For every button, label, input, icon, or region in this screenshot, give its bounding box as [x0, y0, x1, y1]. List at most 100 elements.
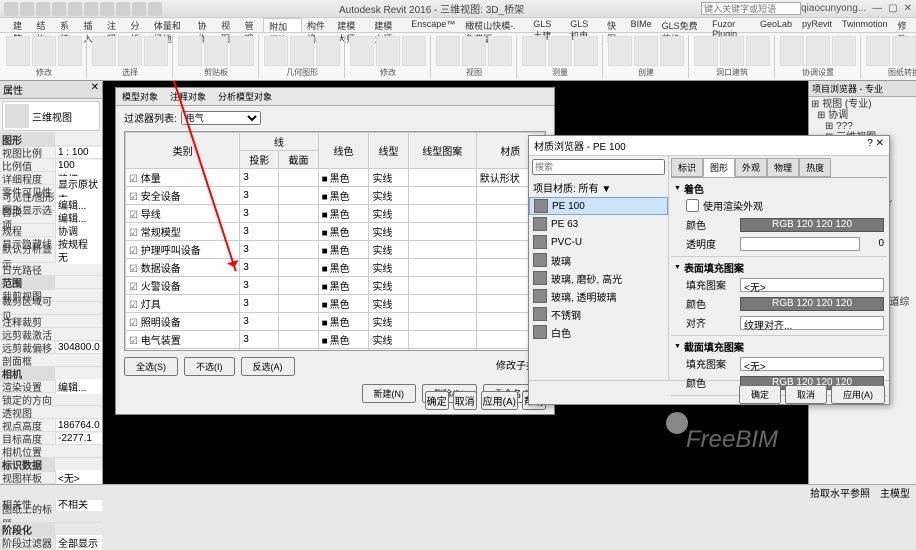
- ribbon-tool-icon[interactable]: [230, 36, 254, 66]
- ribbon-tool-icon[interactable]: [436, 36, 460, 66]
- category-row[interactable]: 体量3黑色实线默认形状: [126, 169, 545, 187]
- surface-pattern-header[interactable]: 表面填充图案: [674, 260, 884, 275]
- ribbon-tool-icon[interactable]: [290, 36, 314, 66]
- category-row[interactable]: 安全设备3黑色实线: [126, 187, 545, 205]
- menu-tab[interactable]: 结构: [31, 18, 54, 32]
- surface-pattern-select[interactable]: <无>: [740, 278, 884, 292]
- material-search-input[interactable]: [532, 159, 665, 175]
- transparency-slider[interactable]: [740, 237, 860, 251]
- category-row[interactable]: 电气装置3黑色实线: [126, 331, 545, 349]
- quick-access-toolbar[interactable]: [4, 2, 162, 16]
- menu-tab[interactable]: 系统: [55, 18, 78, 32]
- material-ok-button[interactable]: 确定: [739, 385, 781, 404]
- category-row[interactable]: 照明设备3黑色实线: [126, 313, 545, 331]
- material-item[interactable]: 玻璃: [529, 251, 668, 269]
- menu-tab[interactable]: 协作: [193, 18, 216, 32]
- close-icon[interactable]: ✕: [876, 138, 884, 149]
- close-button[interactable]: ✕: [904, 3, 912, 14]
- ribbon-tool-icon[interactable]: [118, 36, 142, 66]
- category-row[interactable]: 护理呼叫设备3黑色实线: [126, 241, 545, 259]
- ribbon-tool-icon[interactable]: [178, 36, 202, 66]
- ribbon-tool-icon[interactable]: [720, 36, 744, 66]
- ribbon-tool-icon[interactable]: [548, 36, 572, 66]
- status-model[interactable]: 主模型: [880, 485, 910, 500]
- ok-button[interactable]: 确定: [425, 391, 449, 410]
- category-row[interactable]: 数据设备3黑色实线: [126, 259, 545, 277]
- material-item[interactable]: 不锈钢: [529, 305, 668, 323]
- material-item[interactable]: PE 63: [529, 215, 668, 233]
- menu-tab[interactable]: 管理: [240, 18, 263, 32]
- material-apply-button[interactable]: 应用(A): [831, 385, 885, 404]
- shading-section-header[interactable]: ▼ 着色着色: [674, 181, 884, 196]
- select-none-button[interactable]: 不选(I): [184, 357, 235, 376]
- material-item[interactable]: 玻璃, 磨砂, 高光: [529, 269, 668, 287]
- menu-tab[interactable]: Enscape™: [406, 18, 460, 32]
- ribbon-tool-icon[interactable]: [574, 36, 598, 66]
- menu-tab[interactable]: 建模大师: [369, 18, 406, 32]
- material-item[interactable]: 白色: [529, 323, 668, 341]
- ribbon-tool-icon[interactable]: [204, 36, 228, 66]
- minimize-button[interactable]: —: [872, 3, 882, 14]
- type-selector[interactable]: 三维视图: [2, 101, 100, 131]
- menu-tab[interactable]: 建模大师: [332, 18, 369, 32]
- ribbon-tool-icon[interactable]: [58, 36, 82, 66]
- material-tab[interactable]: 热度: [799, 158, 831, 177]
- ribbon-tool-icon[interactable]: [522, 36, 546, 66]
- ribbon-tool-icon[interactable]: [634, 36, 658, 66]
- surface-color-button[interactable]: RGB 120 120 120: [740, 297, 884, 311]
- menu-tab[interactable]: GLS免费装机: [657, 18, 707, 32]
- help-search-input[interactable]: [701, 2, 801, 15]
- ribbon-tool-icon[interactable]: [780, 36, 804, 66]
- menu-tab[interactable]: 注释: [102, 18, 125, 32]
- property-row[interactable]: 阶段过滤器全部显示: [0, 536, 102, 549]
- ribbon-tool-icon[interactable]: [376, 36, 400, 66]
- ribbon-tool-icon[interactable]: [832, 36, 856, 66]
- ribbon-tool-icon[interactable]: [660, 36, 684, 66]
- apply-button[interactable]: 应用(A): [481, 391, 518, 410]
- menu-tab[interactable]: GeoLab: [755, 18, 797, 32]
- material-tab[interactable]: 图形: [703, 158, 735, 177]
- ribbon-tool-icon[interactable]: [608, 36, 632, 66]
- category-row[interactable]: 灯具3黑色实线: [126, 295, 545, 313]
- menu-tab[interactable]: 橄榄山快模-.免费版: [460, 18, 528, 32]
- menu-tab[interactable]: BIMe: [626, 18, 657, 32]
- new-button[interactable]: 新建(N): [362, 384, 417, 403]
- help-icon[interactable]: ?: [867, 138, 873, 149]
- material-tab[interactable]: 标识: [671, 158, 703, 177]
- ribbon-tool-icon[interactable]: [350, 36, 374, 66]
- menu-tab[interactable]: 构件坞: [302, 18, 332, 32]
- ribbon-tool-icon[interactable]: [316, 36, 340, 66]
- ribbon-tool-icon[interactable]: [32, 36, 56, 66]
- menu-tab[interactable]: GLS土建: [528, 18, 565, 32]
- menu-tab[interactable]: 分析: [125, 18, 148, 32]
- select-all-button[interactable]: 全选(S): [124, 357, 178, 376]
- material-cancel-button[interactable]: 取消: [785, 385, 827, 404]
- vg-tab[interactable]: 分析模型对象: [212, 88, 278, 105]
- vg-tab[interactable]: 注释对象: [164, 88, 212, 105]
- ribbon-tool-icon[interactable]: [462, 36, 486, 66]
- category-row[interactable]: 常规模型3黑色实线: [126, 223, 545, 241]
- cut-pattern-header[interactable]: 截面填充图案: [674, 339, 884, 354]
- maximize-button[interactable]: ▢: [888, 3, 897, 14]
- ribbon-tool-icon[interactable]: [402, 36, 426, 66]
- menu-tab[interactable]: 体量和场地: [149, 18, 193, 32]
- cut-pattern-select[interactable]: <无>: [740, 357, 884, 371]
- ribbon-tool-icon[interactable]: [746, 36, 770, 66]
- properties-close-icon[interactable]: ✕: [91, 82, 99, 97]
- vg-tab[interactable]: 模型对象: [116, 88, 164, 105]
- menu-tab[interactable]: pyRevit: [797, 18, 837, 32]
- invert-button[interactable]: 反选(A): [241, 357, 295, 376]
- shading-color-button[interactable]: RGB 120 120 120: [740, 218, 884, 232]
- ribbon-tool-icon[interactable]: [866, 36, 890, 66]
- menu-tab[interactable]: 插入: [78, 18, 101, 32]
- ribbon-tool-icon[interactable]: [92, 36, 116, 66]
- tree-node[interactable]: ⊞ 视图 (专业): [811, 99, 914, 110]
- menu-tab[interactable]: Twinmotion: [837, 18, 893, 32]
- user-menu[interactable]: qiaocunyong...: [801, 3, 866, 14]
- categories-table[interactable]: 类别 线 线色 线型 线型图案 材质 投影截面 体量3黑色实线默认形状 安全设备…: [125, 132, 545, 351]
- category-row[interactable]: 电气设备3黑色实线: [126, 349, 545, 352]
- menu-tab[interactable]: 视图: [216, 18, 239, 32]
- category-row[interactable]: 火警设备3黑色实线: [126, 277, 545, 295]
- category-row[interactable]: 导线3黑色实线: [126, 205, 545, 223]
- material-tab[interactable]: 物理: [767, 158, 799, 177]
